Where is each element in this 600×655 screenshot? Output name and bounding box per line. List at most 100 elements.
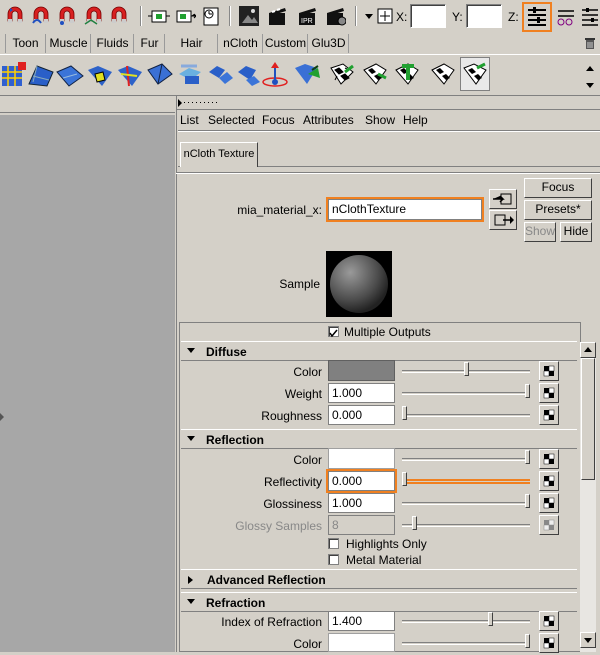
menu-show[interactable]: Show [365,113,395,127]
shelf-tab-custom[interactable]: Custom [264,34,308,53]
ncloth-transform-icon[interactable] [145,58,175,92]
construction-history-icon[interactable] [174,5,198,27]
diffuse-section-header[interactable]: Diffuse [181,341,577,361]
shelf [0,54,600,96]
shelf-tab-fur[interactable]: Fur [135,34,165,53]
diffuse-weight-map-button[interactable] [539,383,559,403]
hide-button[interactable]: Hide [560,222,592,242]
refraction-color-map-button[interactable] [539,633,559,653]
reflectivity-slider[interactable] [402,470,532,490]
menu-attributes[interactable]: Attributes [303,113,354,127]
snap-to-curve-icon[interactable] [108,5,130,27]
ncloth-uv-icon[interactable] [460,57,490,91]
attribute-editor-grip[interactable] [176,96,600,110]
viewport-panel[interactable] [0,115,175,652]
reflection-color-slider[interactable] [402,448,532,468]
ncloth-mesh-icon[interactable] [26,58,56,92]
render-settings-icon[interactable] [266,5,288,27]
reflection-color-map-button[interactable] [539,449,559,469]
shelf-tab-hair[interactable]: Hair [166,34,218,53]
input-connections-icon[interactable] [489,189,517,209]
menu-focus[interactable]: Focus [262,113,295,127]
diffuse-color-swatch[interactable] [328,360,395,381]
diffuse-weight-slider[interactable] [402,382,532,402]
highlights-only-checkbox[interactable] [328,538,339,549]
ior-map-button[interactable] [539,611,559,631]
select-by-object-icon[interactable] [30,5,52,27]
tab-ncloth-texture[interactable]: nCloth Texture [180,142,258,167]
ncloth-component-icon[interactable] [115,58,145,92]
menu-selected[interactable]: Selected [208,113,255,127]
shelf-tab-muscle[interactable]: Muscle [47,34,91,53]
transform-snap-icon[interactable] [374,5,396,27]
diffuse-roughness-map-button[interactable] [539,405,559,425]
input-line-menu-icon[interactable]: IPR [296,5,318,27]
focus-button[interactable]: Focus [524,178,592,198]
select-by-component-icon[interactable] [56,5,78,27]
attribute-editor-toggle-icon[interactable] [522,2,552,32]
metal-material-checkbox[interactable] [328,554,339,565]
diffuse-color-slider[interactable] [402,360,532,380]
multiple-outputs-label: Multiple Outputs [344,325,431,339]
trash-icon[interactable] [583,36,597,50]
menu-help[interactable]: Help [403,113,428,127]
refraction-section-header[interactable]: Refraction [181,592,577,612]
show-button[interactable]: Show [524,222,556,242]
ncloth-checker-tile-icon[interactable] [428,58,458,92]
glossy-samples-slider[interactable] [402,514,532,534]
glossy-samples-map-button[interactable] [539,515,559,535]
glossiness-field[interactable]: 1.000 [328,493,395,513]
y-coord-field[interactable] [466,4,502,28]
diffuse-roughness-field[interactable]: 0.000 [328,405,395,425]
node-name-field[interactable]: nClothTexture [326,197,484,222]
ncloth-checker-scale-icon[interactable] [360,58,390,92]
presets-button[interactable]: Presets* [524,200,592,220]
ncloth-checker-icon[interactable] [327,58,357,92]
material-swatch-sample[interactable] [326,251,392,317]
advanced-reflection-section-header[interactable]: Advanced Reflection [181,569,577,589]
ncloth-checker-t-icon[interactable] [392,58,422,92]
ior-slider[interactable] [402,610,532,630]
glossiness-slider[interactable] [402,492,532,512]
scroll-thumb[interactable] [581,358,595,480]
ncloth-passive-icon[interactable] [55,58,85,92]
refraction-color-swatch[interactable] [328,633,395,652]
select-by-hierarchy-icon[interactable] [4,5,26,27]
absolute-transform-icon[interactable] [324,5,347,27]
shelf-tab-ncloth[interactable]: nCloth [219,34,263,53]
reflectivity-field[interactable]: 0.000 [326,469,397,493]
ncloth-texture-map-icon[interactable] [292,58,322,92]
x-coord-field[interactable] [410,4,446,28]
scroll-up-button[interactable] [580,342,596,358]
shelf-scroll-up-icon[interactable] [585,61,595,75]
shelf-scroll-down-icon[interactable] [585,79,595,93]
shelf-tab-toon[interactable]: Toon [6,34,46,53]
glossy-samples-field[interactable]: 8 [328,515,395,535]
ncloth-collide-icon[interactable] [175,58,205,92]
snap-to-grid-icon[interactable] [83,5,105,27]
channel-box-icon[interactable] [579,5,600,27]
output-connections-icon[interactable] [489,210,517,230]
ncloth-cache-icon[interactable] [205,58,235,92]
shelf-tab-fluids[interactable]: Fluids [92,34,134,53]
render-icon[interactable] [200,5,222,27]
tool-settings-icon[interactable] [555,5,577,27]
reflection-color-swatch[interactable] [328,448,395,469]
reflectivity-label: Reflectivity [263,475,322,489]
ior-field[interactable]: 1.400 [328,611,395,631]
reflectivity-map-button[interactable] [539,471,559,491]
snap-to-point-icon[interactable] [148,5,170,27]
diffuse-color-map-button[interactable] [539,361,559,381]
ncloth-constraint-icon[interactable] [85,58,115,92]
multiple-outputs-checkbox[interactable] [328,326,339,338]
reflection-section-header[interactable]: Reflection [181,429,577,449]
ipr-render-icon[interactable] [238,5,260,27]
menu-list[interactable]: List [180,113,199,127]
shelf-tab-glu3d[interactable]: Glu3D [309,34,349,53]
glossiness-map-button[interactable] [539,493,559,513]
diffuse-weight-field[interactable]: 1.000 [328,383,395,403]
ncloth-field-icon[interactable] [260,58,290,92]
diffuse-roughness-slider[interactable] [402,404,532,424]
scroll-down-button[interactable] [580,632,596,648]
refraction-color-slider[interactable] [402,632,532,652]
